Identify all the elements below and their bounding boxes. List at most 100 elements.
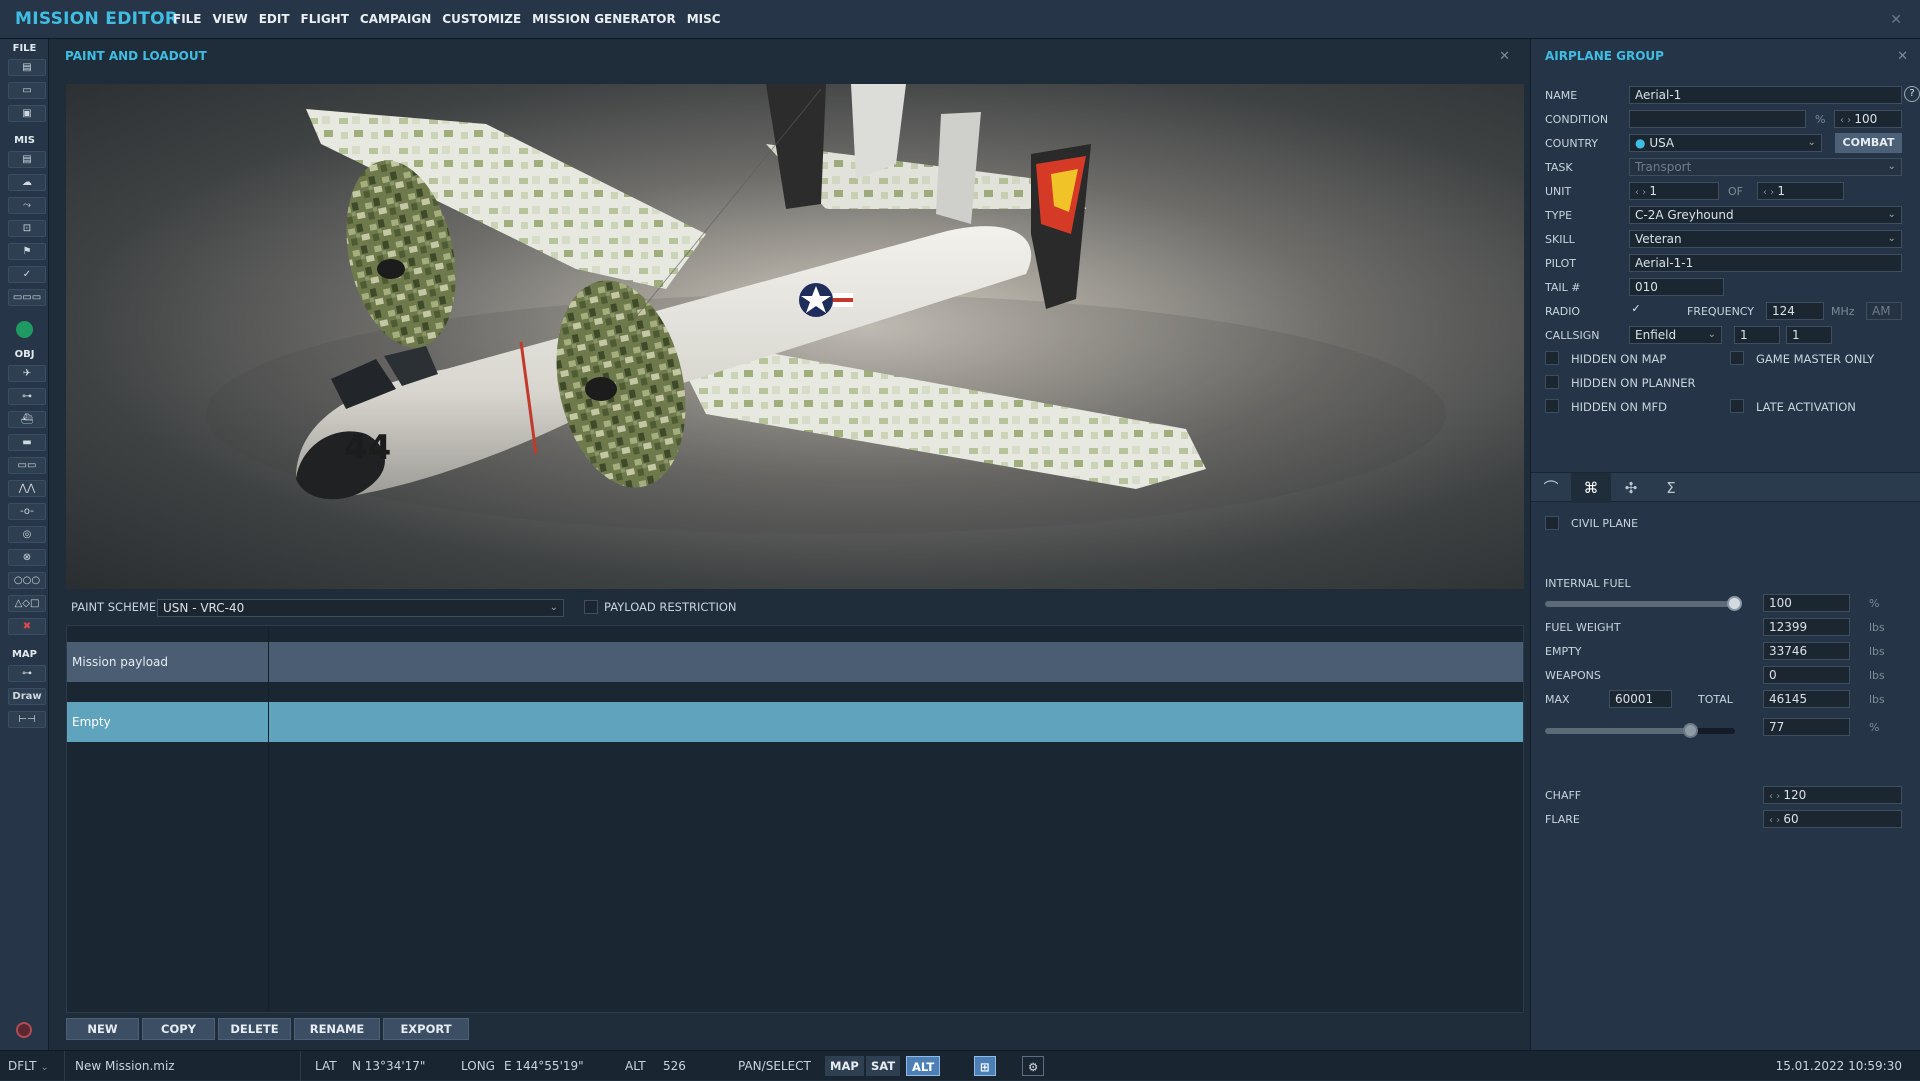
close-icon[interactable]: ✕ (1897, 49, 1908, 64)
hidden-on-mfd-checkbox[interactable] (1545, 399, 1559, 413)
map-options-icon[interactable]: ⊶ (8, 665, 46, 682)
payload-restriction-checkbox[interactable] (584, 600, 598, 614)
summary-icon[interactable]: Σ (1651, 473, 1691, 503)
play-mission-icon[interactable] (16, 321, 33, 338)
weapons-weight-unit: lbs (1869, 669, 1885, 682)
callsign-number-2[interactable]: 1 (1786, 326, 1832, 344)
alt-view-button[interactable]: ALT (906, 1056, 941, 1076)
frequency-field[interactable]: 124 (1766, 302, 1824, 320)
delete-object-icon[interactable]: ✖ (8, 618, 46, 635)
payload-row-empty-selected[interactable]: Empty (67, 702, 1523, 742)
menu-customize[interactable]: CUSTOMIZE (442, 12, 521, 26)
layer-toggle-icon[interactable]: ⊞ (974, 1056, 996, 1076)
task-value: Transport (1635, 160, 1692, 174)
chevron-down-icon: ⌄ (1887, 161, 1896, 172)
type-dropdown[interactable]: C-2A Greyhound ⌄ (1629, 206, 1902, 224)
target-icon[interactable]: ◎ (8, 526, 46, 543)
profile-dropdown[interactable]: DFLT ⌄ (8, 1059, 49, 1073)
empty-label: EMPTY (1545, 645, 1582, 658)
flare-spinner[interactable]: ‹ › 60 (1763, 810, 1902, 828)
spinner-arrows-icon: ‹ › (1840, 115, 1855, 126)
unit-spinner[interactable]: ‹ › 1 (1629, 182, 1719, 200)
country-dropdown[interactable]: ● USA ⌄ (1629, 134, 1822, 152)
delete-button[interactable]: DELETE (218, 1018, 291, 1040)
internal-fuel-slider[interactable] (1545, 596, 1742, 611)
internal-fuel-field[interactable]: 100 (1763, 594, 1850, 612)
menu-flight[interactable]: FLIGHT (301, 12, 349, 26)
bullseye-icon[interactable]: ○○○ (8, 572, 46, 589)
weather-icon[interactable]: ☁ (8, 174, 46, 191)
hidden-on-planner-checkbox[interactable] (1545, 375, 1559, 389)
skill-dropdown[interactable]: Veteran ⌄ (1629, 230, 1902, 248)
open-file-icon[interactable]: ▭ (8, 82, 46, 99)
export-button[interactable]: EXPORT (383, 1018, 469, 1040)
menu-file[interactable]: FILE (173, 12, 202, 26)
goals-icon[interactable]: ⚑ (8, 243, 46, 260)
payload-row-mission[interactable]: Mission payload (67, 642, 1523, 682)
name-field[interactable]: Aerial-1 (1629, 86, 1902, 104)
menu-campaign[interactable]: CAMPAIGN (360, 12, 431, 26)
total-weight-pct-unit: % (1869, 721, 1880, 734)
nav-point-icon[interactable]: ⊗ (8, 549, 46, 566)
menu-view[interactable]: VIEW (213, 12, 248, 26)
hidden-on-map-label: HIDDEN ON MAP (1571, 352, 1667, 366)
new-button[interactable]: NEW (66, 1018, 139, 1040)
paint-scheme-dropdown[interactable]: USN - VRC-40 ⌄ (157, 599, 564, 617)
tail-number-field[interactable]: 010 (1629, 278, 1724, 296)
properties-icon[interactable]: ✣ (1611, 473, 1651, 503)
ruler-icon[interactable]: ⊢⊣ (8, 711, 46, 728)
hidden-on-map-checkbox[interactable] (1545, 351, 1559, 365)
route-icon[interactable]: ⌒ (1531, 473, 1571, 503)
callsign-dropdown[interactable]: Enfield ⌄ (1629, 326, 1722, 344)
static-object-icon[interactable]: ▭▭ (8, 457, 46, 474)
close-icon[interactable]: ✕ (1499, 49, 1510, 64)
briefing-icon[interactable]: ▤ (8, 151, 46, 168)
frequency-unit: MHz (1831, 305, 1855, 318)
triggers-icon[interactable]: ▭▭▭ (8, 289, 46, 306)
help-icon[interactable]: ? (1904, 86, 1920, 102)
menu-edit[interactable]: EDIT (259, 12, 290, 26)
route-icon[interactable]: ⤳ (8, 197, 46, 214)
save-file-icon[interactable]: ▣ (8, 105, 46, 122)
combat-button[interactable]: COMBAT (1835, 133, 1902, 153)
late-activation-checkbox[interactable] (1730, 399, 1744, 413)
name-label: NAME (1545, 89, 1578, 102)
condition-spinner[interactable]: ‹ › 100 (1834, 110, 1902, 128)
helicopter-group-icon[interactable]: ⊶ (8, 388, 46, 405)
slider-knob[interactable] (1727, 596, 1742, 611)
menu-mission-generator[interactable]: MISSION GENERATOR (532, 12, 676, 26)
window-close-icon[interactable]: ✕ (1890, 12, 1902, 28)
template-icon[interactable]: ⋀⋀ (8, 480, 46, 497)
fuel-weight-field[interactable]: 12399 (1763, 618, 1850, 636)
airplane-group-icon[interactable]: ✈ (8, 365, 46, 382)
map-view-button[interactable]: MAP (825, 1056, 864, 1076)
settings-icon[interactable]: ⚙ (1022, 1056, 1045, 1076)
waypoint-icon[interactable]: -o- (8, 503, 46, 520)
toolbar-section-obj: OBJ (14, 349, 35, 360)
chaff-spinner[interactable]: ‹ › 120 (1763, 786, 1902, 804)
modulation-dropdown[interactable]: AM (1866, 302, 1902, 320)
callsign-number-1[interactable]: 1 (1734, 326, 1780, 344)
draw-button[interactable]: Draw (8, 688, 46, 705)
rename-button[interactable]: RENAME (294, 1018, 380, 1040)
task-dropdown[interactable]: Transport ⌄ (1629, 158, 1902, 176)
aircraft-3d-preview[interactable]: 44 (66, 84, 1524, 589)
pilot-field[interactable]: Aerial-1-1 (1629, 254, 1902, 272)
copy-button[interactable]: COPY (142, 1018, 215, 1040)
condition-bar[interactable] (1629, 110, 1806, 128)
civil-plane-checkbox[interactable] (1545, 516, 1559, 530)
menu-misc[interactable]: MISC (687, 12, 721, 26)
payload-icon[interactable]: ⌘ (1571, 473, 1611, 503)
new-file-icon[interactable]: ▤ (8, 59, 46, 76)
record-icon[interactable] (16, 1022, 32, 1038)
vehicle-group-icon[interactable]: ▬ (8, 434, 46, 451)
trigger-zone-icon[interactable]: ⊡ (8, 220, 46, 237)
checkmark-icon[interactable]: ✓ (8, 266, 46, 283)
game-master-only-checkbox[interactable] (1730, 351, 1744, 365)
ship-group-icon[interactable]: ⛴ (8, 411, 46, 428)
main-menu: FILE VIEW EDIT FLIGHT CAMPAIGN CUSTOMIZE… (173, 12, 721, 26)
satellite-view-button[interactable]: SAT (866, 1056, 901, 1076)
shapes-icon[interactable]: △◇□ (8, 595, 46, 612)
unit-total-spinner[interactable]: ‹ › 1 (1757, 182, 1844, 200)
radio-checkbox-checked[interactable]: ✓ (1629, 303, 1643, 317)
